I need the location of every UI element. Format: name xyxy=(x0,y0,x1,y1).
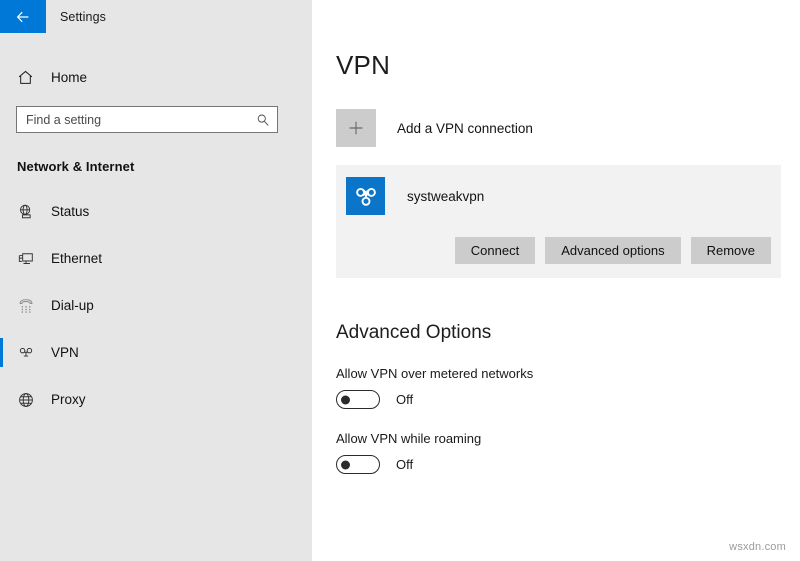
selection-accent-bar xyxy=(0,338,3,367)
sidebar-nav: Status Ethernet xyxy=(0,188,312,423)
network-status-icon xyxy=(17,203,39,221)
back-arrow-icon xyxy=(15,9,31,25)
add-vpn-connection-label: Add a VPN connection xyxy=(397,121,533,136)
connect-button[interactable]: Connect xyxy=(455,237,535,264)
sidebar-item-dial-up[interactable]: Dial-up xyxy=(0,282,312,329)
sidebar-item-home-label: Home xyxy=(51,70,87,85)
plus-icon xyxy=(336,109,376,147)
roaming-toggle-row: Off xyxy=(336,455,800,474)
selection-accent-bar xyxy=(0,244,3,273)
sidebar-item-status[interactable]: Status xyxy=(0,188,312,235)
sidebar-item-vpn-label: VPN xyxy=(51,345,79,360)
metered-networks-toggle-row: Off xyxy=(336,390,800,409)
advanced-options-button[interactable]: Advanced options xyxy=(545,237,680,264)
metered-networks-state: Off xyxy=(396,392,413,407)
roaming-toggle[interactable] xyxy=(336,455,380,474)
sidebar-item-home[interactable]: Home xyxy=(0,60,312,94)
add-vpn-connection-button[interactable]: Add a VPN connection xyxy=(336,109,636,147)
advanced-options-title: Advanced Options xyxy=(336,322,800,344)
selection-accent-bar xyxy=(0,197,3,226)
vpn-connection-card[interactable]: systweakvpn Connect Advanced options Rem… xyxy=(336,165,781,278)
window-title: Settings xyxy=(60,10,106,24)
settings-window: Settings Home Network & Internet xyxy=(0,0,800,561)
search-input[interactable] xyxy=(17,107,277,132)
back-button[interactable] xyxy=(0,0,46,33)
vpn-icon xyxy=(17,344,39,362)
globe-icon xyxy=(17,391,39,409)
sidebar-item-ethernet[interactable]: Ethernet xyxy=(0,235,312,282)
toggle-knob xyxy=(341,395,350,404)
watermark: wsxdn.com xyxy=(729,541,786,553)
vpn-connection-icon xyxy=(346,177,385,215)
selection-accent-bar xyxy=(0,291,3,320)
selection-accent-bar xyxy=(0,385,3,414)
dialup-phone-icon xyxy=(17,297,39,315)
remove-button[interactable]: Remove xyxy=(691,237,771,264)
roaming-label: Allow VPN while roaming xyxy=(336,431,800,446)
title-bar: Settings xyxy=(0,0,312,33)
toggle-knob xyxy=(341,460,350,469)
sidebar: Settings Home Network & Internet xyxy=(0,0,312,561)
metered-networks-toggle[interactable] xyxy=(336,390,380,409)
ethernet-icon xyxy=(17,250,39,268)
vpn-connection-actions: Connect Advanced options Remove xyxy=(346,237,771,264)
sidebar-section-title: Network & Internet xyxy=(17,159,312,174)
sidebar-item-proxy[interactable]: Proxy xyxy=(0,376,312,423)
sidebar-item-status-label: Status xyxy=(51,204,89,219)
roaming-state: Off xyxy=(396,457,413,472)
home-icon xyxy=(17,69,39,86)
main-content: VPN Add a VPN connection xyxy=(312,0,800,561)
sidebar-item-dial-up-label: Dial-up xyxy=(51,298,94,313)
page-title: VPN xyxy=(336,50,800,81)
vpn-connection-name: systweakvpn xyxy=(407,189,484,204)
sidebar-item-vpn[interactable]: VPN xyxy=(0,329,312,376)
sidebar-item-ethernet-label: Ethernet xyxy=(51,251,102,266)
metered-networks-label: Allow VPN over metered networks xyxy=(336,366,800,381)
vpn-connection-header: systweakvpn xyxy=(346,177,771,215)
search-box[interactable] xyxy=(16,106,278,133)
sidebar-item-proxy-label: Proxy xyxy=(51,392,86,407)
